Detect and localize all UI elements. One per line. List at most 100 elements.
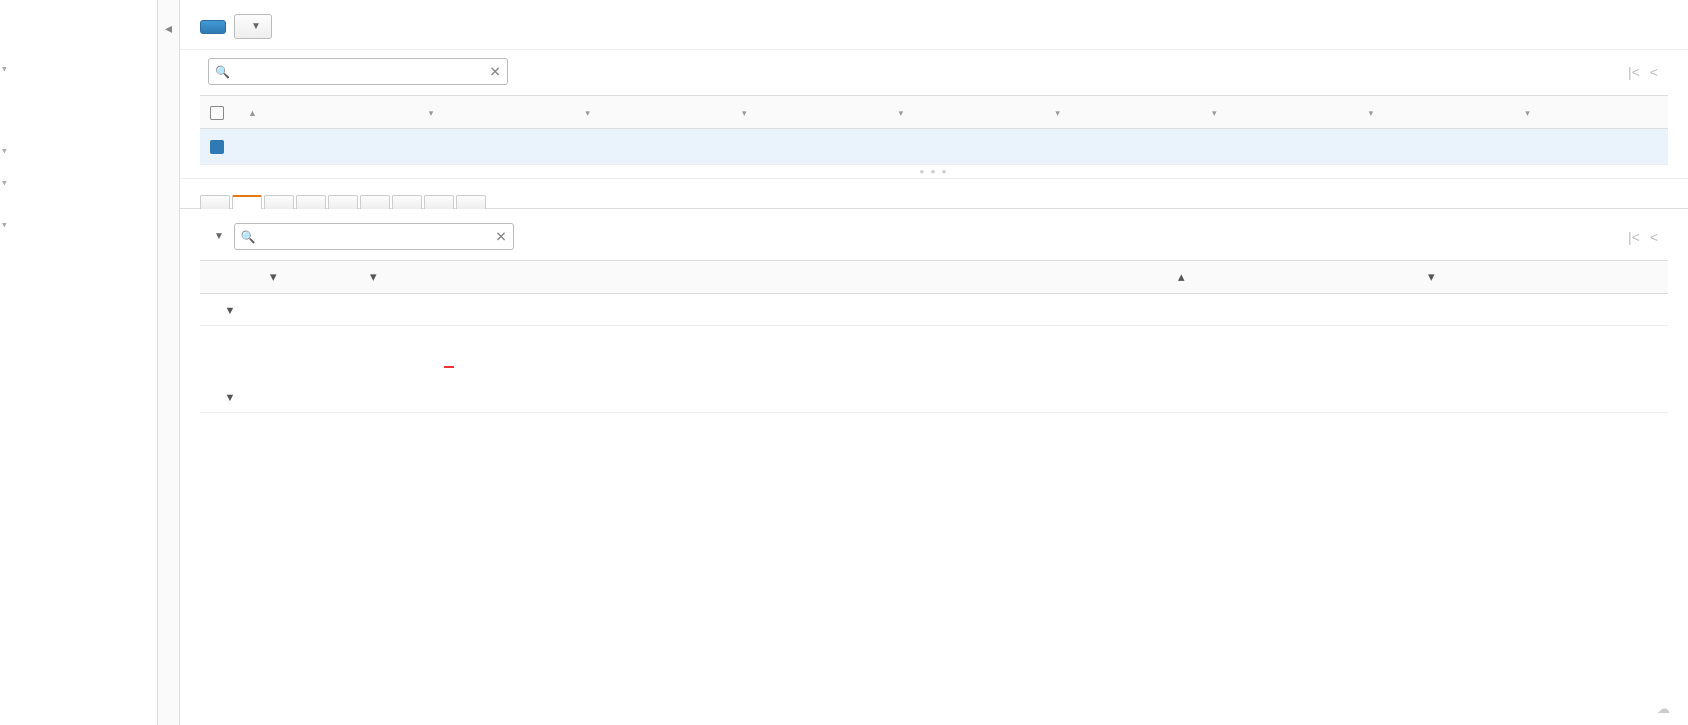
tab-details[interactable] <box>200 195 230 209</box>
cell-max <box>1041 128 1198 165</box>
cell-launch <box>415 128 572 165</box>
prev-page-icon[interactable]: < <box>1650 229 1658 245</box>
tab-instances[interactable] <box>296 195 326 209</box>
tab-notifications[interactable] <box>360 195 390 209</box>
first-page-icon[interactable]: |< <box>1628 64 1640 80</box>
history-table: ▾ ▾ ▴ ▾ ▼ <box>200 260 1668 453</box>
history-row[interactable]: ▼ <box>200 381 1668 413</box>
history-subrow <box>200 326 1668 347</box>
history-end <box>1418 381 1668 413</box>
sidebar-group-ebs[interactable] <box>0 170 157 182</box>
search-icon: 🔍 <box>215 65 230 79</box>
sidebar-item[interactable] <box>0 254 157 264</box>
col-name[interactable]: ▲ <box>234 96 415 129</box>
sidebar-item[interactable] <box>0 264 157 274</box>
cell-name <box>234 128 415 165</box>
sidebar-item[interactable] <box>0 202 157 212</box>
hcol-status[interactable]: ▾ <box>260 261 360 294</box>
sub-reason-label <box>372 439 432 447</box>
filter-input[interactable] <box>208 58 508 85</box>
cell-min <box>885 128 1042 165</box>
cell-desired <box>728 128 885 165</box>
watermark: ☁ <box>1657 701 1676 717</box>
sub-desc-label <box>372 332 432 340</box>
sidebar-item[interactable] <box>0 36 157 46</box>
history-desc <box>360 294 1168 326</box>
tab-monitoring[interactable] <box>328 195 358 209</box>
sidebar-item[interactable] <box>0 244 157 254</box>
col-az[interactable]: ▾ <box>1198 96 1355 129</box>
sidebar-item[interactable] <box>0 192 157 202</box>
expander-icon[interactable]: ▼ <box>225 392 236 404</box>
collapse-sidebar[interactable]: ◂ <box>158 0 180 725</box>
actions-button[interactable]: ▼ <box>234 14 272 39</box>
sidebar-item[interactable] <box>0 150 157 160</box>
hcol-desc[interactable]: ▾ <box>360 261 1168 294</box>
sidebar-item[interactable] <box>0 182 157 192</box>
history-status <box>260 294 360 326</box>
search-box: 🔍 ✕ <box>208 58 508 85</box>
sidebar-item[interactable] <box>0 26 157 36</box>
cell-az <box>1198 128 1355 165</box>
history-pager: |< < <box>1628 229 1668 245</box>
clear-icon[interactable]: ✕ <box>489 63 501 80</box>
create-asg-button[interactable] <box>200 20 226 34</box>
history-subrow <box>200 413 1668 434</box>
history-end <box>1418 294 1668 326</box>
status-filter-dropdown[interactable]: ▼ <box>210 231 224 242</box>
tab-tags[interactable] <box>392 195 422 209</box>
history-row[interactable]: ▼ <box>200 294 1668 326</box>
col-desired[interactable]: ▾ <box>728 96 885 129</box>
col-cooldown[interactable]: ▾ <box>1355 96 1512 129</box>
sidebar-item[interactable] <box>0 6 157 16</box>
tab-scaling-policies[interactable] <box>264 195 294 209</box>
sidebar-item[interactable] <box>0 98 157 108</box>
sidebar-group-network[interactable] <box>0 212 157 224</box>
sidebar-item[interactable] <box>0 118 157 128</box>
table-row[interactable] <box>200 128 1668 165</box>
first-page-icon[interactable]: |< <box>1628 229 1640 245</box>
cloud-icon: ☁ <box>1657 701 1670 717</box>
tab-scheduled[interactable] <box>424 195 454 209</box>
expander-icon[interactable]: ▼ <box>225 305 236 317</box>
history-filter-input[interactable] <box>234 223 514 250</box>
sidebar-item[interactable] <box>0 128 157 138</box>
asg-table: ▲ ▾ ▾ ▾ ▾ ▾ ▾ ▾ ▾ <box>200 95 1668 165</box>
row-checkbox[interactable] <box>210 140 224 154</box>
sidebar-item[interactable] <box>0 160 157 170</box>
col-instances[interactable]: ▾ <box>571 96 728 129</box>
history-start <box>1168 381 1418 413</box>
resize-handle[interactable]: ● ● ● <box>180 165 1688 178</box>
sub-desc-value <box>434 332 1656 340</box>
sidebar-item[interactable] <box>0 78 157 88</box>
tab-lifecycle[interactable] <box>456 195 486 209</box>
sub-reason-value <box>434 352 1656 375</box>
sub-desc-value <box>434 419 1656 427</box>
sidebar-item[interactable] <box>0 108 157 118</box>
col-launch[interactable]: ▾ <box>415 96 572 129</box>
tab-activity-history[interactable] <box>232 195 262 209</box>
col-min[interactable]: ▾ <box>885 96 1042 129</box>
sidebar-group-images[interactable] <box>0 138 157 150</box>
sidebar-item[interactable] <box>0 46 157 56</box>
history-search-box: 🔍 ✕ <box>234 223 514 250</box>
history-subrow <box>200 346 1668 381</box>
history-filter-bar: ▼ 🔍 ✕ |< < <box>180 209 1688 260</box>
select-all-checkbox[interactable] <box>210 106 224 120</box>
hcol-start[interactable]: ▴ <box>1168 261 1418 294</box>
sidebar-item[interactable] <box>0 234 157 244</box>
hcol-end[interactable]: ▾ <box>1418 261 1668 294</box>
sidebar-group-instances[interactable] <box>0 56 157 68</box>
sidebar-item[interactable] <box>0 224 157 234</box>
col-grace[interactable]: ▾ <box>1511 96 1668 129</box>
history-subrow <box>200 433 1668 453</box>
sidebar-item[interactable] <box>0 88 157 98</box>
col-max[interactable]: ▾ <box>1041 96 1198 129</box>
clear-icon[interactable]: ✕ <box>495 228 507 245</box>
sidebar-item[interactable] <box>0 16 157 26</box>
chevron-left-icon: ◂ <box>165 20 172 37</box>
search-icon: 🔍 <box>241 230 256 244</box>
history-status <box>260 381 360 413</box>
prev-page-icon[interactable]: < <box>1650 64 1658 80</box>
sidebar-item[interactable] <box>0 68 157 78</box>
